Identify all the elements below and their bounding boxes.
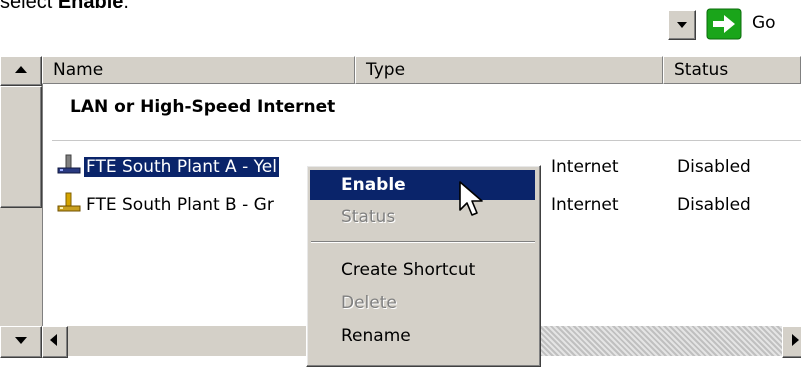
network-connection-icon xyxy=(57,192,81,212)
menu-item-status[interactable]: Status xyxy=(310,202,535,232)
scroll-down-button[interactable] xyxy=(0,326,42,358)
vertical-scrollbar[interactable] xyxy=(0,56,43,356)
scroll-right-button[interactable] xyxy=(782,326,801,358)
connection-status: Disabled xyxy=(677,195,751,215)
scroll-left-button[interactable] xyxy=(42,326,68,358)
connection-name[interactable]: FTE South Plant A - Yel xyxy=(84,157,279,177)
group-header: LAN or High-Speed Internet xyxy=(70,97,336,117)
connection-name[interactable]: FTE South Plant B - Gr xyxy=(86,195,274,215)
menu-item-rename[interactable]: Rename xyxy=(310,321,535,351)
menu-item-enable[interactable]: Enable xyxy=(310,170,535,200)
menu-item-create-shortcut[interactable]: Create Shortcut xyxy=(310,255,535,285)
menu-item-delete[interactable]: Delete xyxy=(310,288,535,318)
connection-type: Internet xyxy=(551,195,619,215)
instruction-text: select Enable. xyxy=(0,0,129,13)
go-arrow-icon[interactable] xyxy=(706,8,742,40)
column-header-type[interactable]: Type xyxy=(355,56,663,84)
vertical-scroll-thumb[interactable] xyxy=(0,86,42,208)
horizontal-scroll-track[interactable] xyxy=(540,326,801,356)
column-header-status[interactable]: Status xyxy=(663,56,801,84)
mouse-cursor-icon xyxy=(459,181,483,216)
menu-separator xyxy=(311,241,535,243)
table-row[interactable]: FTE South Plant A - Yel xyxy=(84,154,279,180)
column-header-name[interactable]: Name xyxy=(42,56,355,84)
table-row[interactable]: FTE South Plant B - Gr xyxy=(86,192,274,218)
connection-type: Internet xyxy=(551,157,619,177)
group-divider xyxy=(52,140,801,141)
address-dropdown-button[interactable] xyxy=(668,10,696,40)
network-connection-icon xyxy=(57,154,81,174)
context-menu: Enable Status Create Shortcut Delete Ren… xyxy=(306,165,541,367)
go-button-label[interactable]: Go xyxy=(752,13,776,33)
connection-status: Disabled xyxy=(677,157,751,177)
scroll-up-button[interactable] xyxy=(0,56,42,86)
